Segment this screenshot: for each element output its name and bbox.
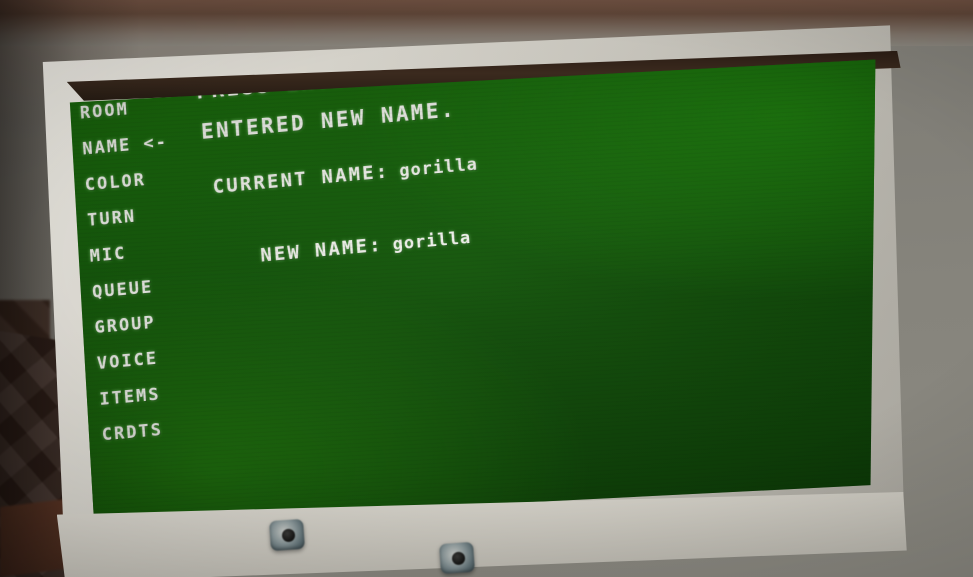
new-name-row[interactable]: NEW NAME: gorilla [259,190,867,267]
menu-item-group[interactable]: GROUP [94,304,273,338]
new-name-label: NEW NAME: [259,233,384,267]
new-name-input-value[interactable]: gorilla [392,228,472,255]
vr-terminal-scene: ROOM NAME <- COLOR TURN MIC QUEUE GROUP … [0,0,973,577]
monitor-knob-right[interactable] [438,541,476,575]
computer-monitor: ROOM NAME <- COLOR TURN MIC QUEUE GROUP … [34,22,912,577]
menu-item-voice[interactable]: VOICE [97,340,276,373]
menu-item-items[interactable]: ITEMS [99,376,278,409]
monitor-knob-left[interactable] [268,518,306,552]
current-name-label: CURRENT NAME: [212,159,391,198]
menu-item-credits[interactable]: CRDTS [102,411,281,445]
crt-screen[interactable]: ROOM NAME <- COLOR TURN MIC QUEUE GROUP … [69,59,876,524]
current-name-value: gorilla [398,153,479,181]
menu-item-queue[interactable]: QUEUE [92,268,271,302]
